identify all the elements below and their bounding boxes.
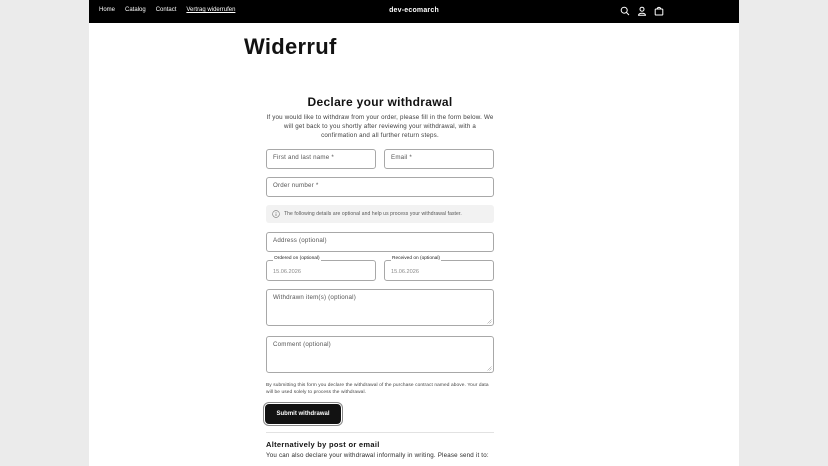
store-page: Home Catalog Contact Vertrag widerrufen … bbox=[89, 0, 739, 466]
order-number-label: Order number * bbox=[273, 182, 319, 189]
header-icons bbox=[620, 6, 664, 16]
email-field-label: Email * bbox=[391, 154, 412, 161]
form-heading: Declare your withdrawal bbox=[307, 95, 453, 109]
search-icon[interactable] bbox=[620, 6, 630, 16]
email-field[interactable]: Email * bbox=[384, 149, 494, 169]
cart-icon[interactable] bbox=[654, 6, 664, 16]
withdrawn-items-label: Withdrawn item(s) (optional) bbox=[273, 294, 356, 301]
name-field[interactable]: First and last name * bbox=[266, 149, 376, 169]
alternative-heading: Alternatively by post or email bbox=[266, 440, 380, 449]
form-intro: If you would like to withdraw from your … bbox=[266, 114, 494, 140]
order-number-field[interactable]: Order number * bbox=[266, 177, 494, 197]
optional-notice: The following details are optional and h… bbox=[266, 205, 494, 223]
alternative-text: You can also declare your withdrawal inf… bbox=[266, 452, 489, 459]
comment-label: Comment (optional) bbox=[273, 341, 331, 348]
received-on-label: Received on (optional) bbox=[391, 256, 441, 261]
withdrawn-items-textarea[interactable]: Withdrawn item(s) (optional) bbox=[266, 289, 494, 326]
address-field[interactable]: Address (optional) bbox=[266, 232, 494, 252]
notice-text: The following details are optional and h… bbox=[284, 211, 462, 217]
ordered-on-value: 15.06.2026 bbox=[273, 269, 301, 275]
site-header: Home Catalog Contact Vertrag widerrufen … bbox=[89, 0, 739, 23]
info-icon bbox=[272, 210, 280, 218]
submit-withdrawal-button[interactable]: Submit withdrawal bbox=[266, 405, 340, 423]
address-label: Address (optional) bbox=[273, 237, 327, 244]
ordered-on-label: Ordered on (optional) bbox=[273, 256, 321, 261]
name-field-label: First and last name * bbox=[273, 154, 334, 161]
brand-logo[interactable]: dev-ecomarch bbox=[389, 7, 439, 14]
comment-textarea[interactable]: Comment (optional) bbox=[266, 336, 494, 373]
consent-text: By submitting this form you declare the … bbox=[266, 383, 489, 396]
page-title: Widerruf bbox=[244, 34, 337, 59]
resize-handle-icon[interactable] bbox=[487, 319, 492, 324]
section-divider bbox=[266, 432, 494, 433]
account-icon[interactable] bbox=[637, 6, 647, 16]
received-on-field[interactable]: Received on (optional) 15.06.2026 bbox=[384, 256, 494, 281]
received-on-value: 15.06.2026 bbox=[391, 269, 419, 275]
ordered-on-field[interactable]: Ordered on (optional) 15.06.2026 bbox=[266, 256, 376, 281]
resize-handle-icon[interactable] bbox=[487, 366, 492, 371]
